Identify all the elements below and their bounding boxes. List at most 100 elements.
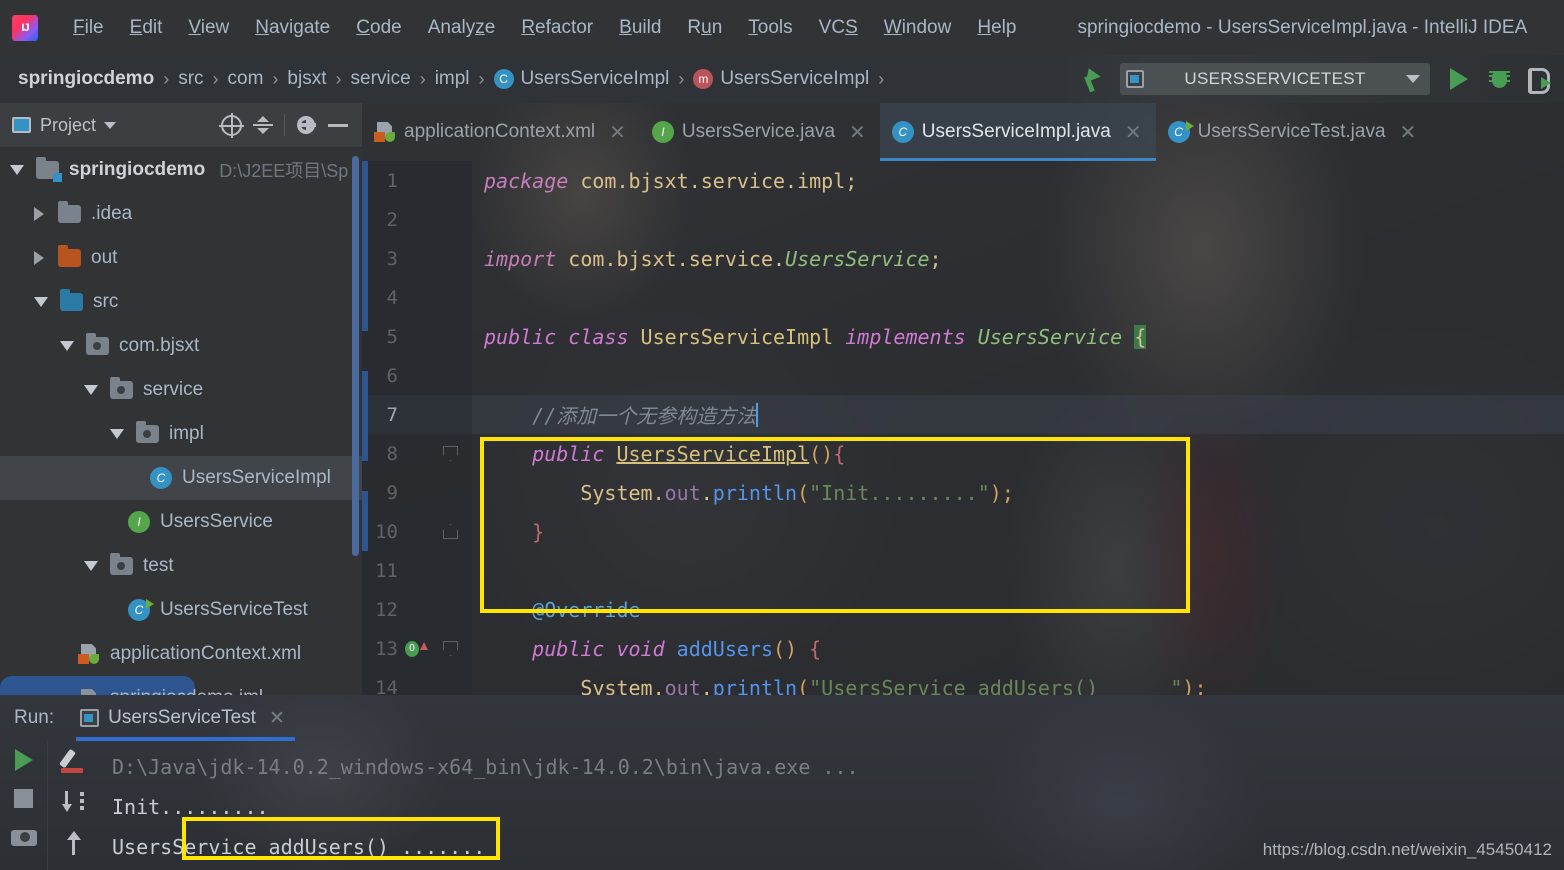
run-panel-header: Run: UsersServiceTest ✕	[0, 695, 1564, 741]
menu-item-run[interactable]: Run	[674, 17, 735, 39]
chevron-down-icon[interactable]	[34, 297, 48, 307]
code-text-area[interactable]: package com.bjsxt.service.impl; import c…	[472, 161, 1564, 695]
menu-bar: File Edit View Navigate Code Analyze Ref…	[0, 0, 1564, 55]
project-settings-button[interactable]	[290, 109, 322, 141]
soft-wrap-toggle-icon[interactable]	[61, 749, 87, 773]
breadcrumb-item-springiocdemo[interactable]: springiocdemo	[18, 68, 154, 90]
hammer-icon[interactable]	[1072, 62, 1106, 96]
tab-applicationcontext-xml[interactable]: applicationContext.xml ✕	[362, 103, 640, 161]
menu-item-view[interactable]: View	[175, 17, 242, 39]
tree-row-service[interactable]: service	[0, 368, 362, 412]
select-opened-file-icon	[218, 112, 244, 138]
close-icon[interactable]: ✕	[1400, 120, 1417, 145]
close-icon[interactable]: ✕	[1125, 120, 1142, 145]
fold-region-icon[interactable]	[443, 641, 458, 656]
tree-row-com-bjsxt[interactable]: com.bjsxt	[0, 324, 362, 368]
breadcrumb-item-service[interactable]: service	[351, 68, 411, 90]
override-marker-icon[interactable]: O	[405, 640, 428, 657]
run-actions-secondary	[48, 741, 100, 870]
chevron-down-icon[interactable]	[84, 561, 98, 571]
close-icon[interactable]: ✕	[609, 120, 626, 145]
project-tree-scrollbar[interactable]	[352, 156, 359, 556]
chevron-right-icon[interactable]	[34, 251, 44, 265]
editor-gutter[interactable]: 1 2 3 4 5 6 7 8 9 10 11 12 13 O 14	[362, 161, 472, 695]
breadcrumb-separator: ›	[478, 68, 485, 89]
menu-item-navigate[interactable]: Navigate	[242, 17, 343, 39]
tree-row-springiocdemo-iml[interactable]: springiocdemo.iml	[0, 676, 263, 695]
package-icon	[110, 377, 133, 399]
tree-row-applicationcontext-xml[interactable]: applicationContext.xml	[0, 632, 362, 676]
close-icon[interactable]: ✕	[269, 707, 285, 730]
stop-icon[interactable]	[14, 789, 33, 808]
tree-row-test[interactable]: test	[0, 544, 362, 588]
tree-row-idea[interactable]: .idea	[0, 192, 362, 236]
tab-usersservice-java[interactable]: I UsersService.java ✕	[640, 103, 880, 161]
fold-region-icon[interactable]	[443, 524, 458, 539]
gutter-line: 5	[386, 325, 398, 348]
scroll-to-top-icon[interactable]	[63, 831, 85, 855]
breadcrumb-item-class[interactable]: C UsersServiceImpl	[493, 68, 669, 90]
breadcrumb-method-label: UsersServiceImpl	[720, 68, 870, 89]
select-opened-file-button[interactable]	[215, 109, 247, 141]
folder-orange-icon	[58, 245, 81, 267]
tab-usersservicetest-java[interactable]: C UsersServiceTest.java ✕	[1156, 103, 1431, 161]
menu-item-tools[interactable]: Tools	[735, 17, 805, 39]
coverage-button[interactable]	[1520, 60, 1558, 98]
gutter-line: 13 O	[362, 629, 472, 668]
tree-row-usersservicetest[interactable]: C UsersServiceTest	[0, 588, 362, 632]
code-editor[interactable]: 1 2 3 4 5 6 7 8 9 10 11 12 13 O 14 packa…	[362, 161, 1564, 695]
breadcrumb-item-impl[interactable]: impl	[435, 68, 470, 90]
tree-row-usersserviceimpl[interactable]: C UsersServiceImpl	[0, 456, 362, 500]
chevron-down-icon[interactable]	[104, 121, 117, 129]
project-tree[interactable]: springiocdemo D:\J2EE项目\Sp .idea out src	[0, 148, 362, 695]
tree-row-usersservice[interactable]: I UsersService	[0, 500, 362, 544]
scroll-to-end-icon[interactable]	[62, 791, 86, 813]
chevron-down-icon[interactable]	[84, 385, 98, 395]
chevron-down-icon[interactable]	[1406, 75, 1420, 83]
breadcrumb-item-bjsxt[interactable]: bjsxt	[287, 68, 326, 90]
menu-item-refactor[interactable]: Refactor	[508, 17, 606, 39]
chevron-down-icon[interactable]	[60, 341, 74, 351]
code-line-13: public void addUsers() {	[532, 636, 822, 661]
breadcrumb: springiocdemo › src › com › bjsxt › serv…	[0, 68, 893, 90]
tree-module-path: D:\J2EE项目\Sp	[219, 161, 349, 181]
fold-region-icon[interactable]	[443, 446, 458, 461]
menu-item-code[interactable]: Code	[343, 17, 414, 39]
chevron-down-icon[interactable]	[10, 165, 24, 175]
run-tab-usersservicetest[interactable]: UsersServiceTest ✕	[76, 695, 295, 741]
run-button[interactable]	[1440, 60, 1478, 98]
menu-item-window[interactable]: Window	[871, 17, 965, 39]
run-config-icon	[1126, 70, 1144, 88]
breadcrumb-item-src[interactable]: src	[178, 68, 203, 90]
menu-item-analyze[interactable]: Analyze	[415, 17, 509, 39]
print-screenshot-icon[interactable]	[10, 826, 37, 846]
run-configuration-selector[interactable]: USERSSERVICETEST	[1120, 63, 1430, 95]
breadcrumb-item-com[interactable]: com	[228, 68, 264, 90]
chevron-down-icon[interactable]	[110, 429, 124, 439]
chevron-right-icon[interactable]	[34, 207, 44, 221]
collapse-all-button[interactable]	[247, 109, 279, 141]
menu-item-edit[interactable]: Edit	[117, 17, 176, 39]
gear-icon	[297, 116, 316, 134]
hide-panel-button[interactable]	[322, 109, 354, 141]
tab-usersserviceimpl-java[interactable]: C UsersServiceImpl.java ✕	[879, 103, 1156, 161]
breadcrumb-item-method[interactable]: m UsersServiceImpl	[693, 68, 869, 90]
debug-button[interactable]	[1480, 60, 1518, 98]
tree-row-out[interactable]: out	[0, 236, 362, 280]
tree-row-springiocdemo[interactable]: springiocdemo D:\J2EE项目\Sp	[0, 148, 362, 192]
menu-item-help[interactable]: Help	[964, 17, 1029, 39]
spring-xml-icon	[78, 644, 100, 664]
code-line-14: System. out. println("UsersService addUser…	[484, 675, 1207, 696]
menu-item-build[interactable]: Build	[606, 17, 674, 39]
divider	[284, 114, 285, 136]
run-with-coverage-icon	[1528, 68, 1551, 94]
tree-row-src[interactable]: src	[0, 280, 362, 324]
menu-item-file[interactable]: File	[60, 17, 117, 39]
tree-row-impl[interactable]: impl	[0, 412, 362, 456]
rerun-icon[interactable]	[14, 749, 33, 771]
breadcrumb-separator: ›	[678, 68, 685, 89]
close-icon[interactable]: ✕	[849, 120, 866, 145]
menu-item-vcs[interactable]: VCS	[806, 17, 871, 39]
breadcrumb-separator: ›	[272, 68, 279, 89]
gutter-line: 11	[375, 559, 398, 582]
